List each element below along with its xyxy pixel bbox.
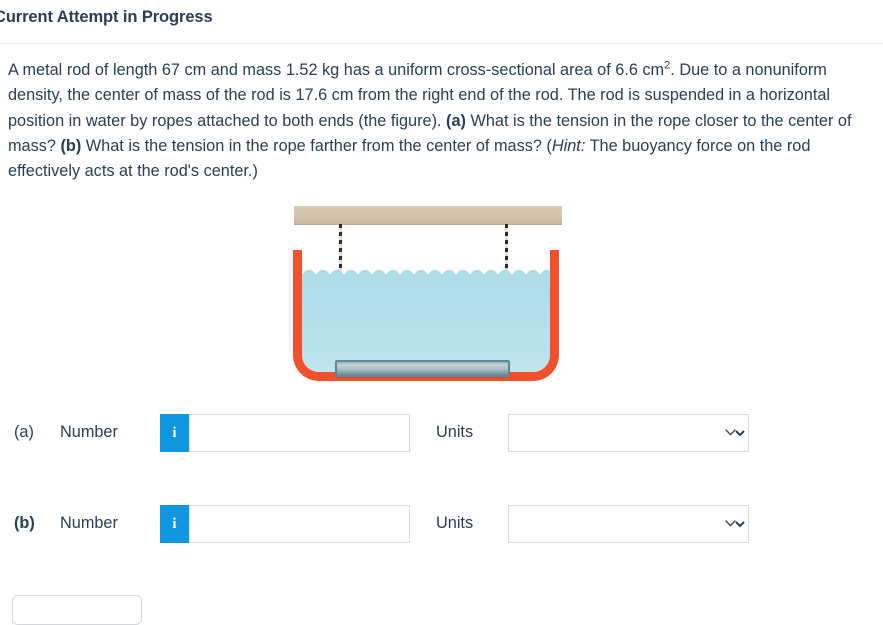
metal-rod-icon — [335, 360, 510, 377]
info-icon-a[interactable]: i — [160, 414, 189, 452]
attempt-header: Current Attempt in Progress — [0, 0, 883, 43]
units-label-a: Units — [436, 423, 474, 441]
hint-label: Hint: — [551, 136, 586, 155]
header-divider — [0, 43, 883, 44]
physics-diagram — [285, 200, 575, 388]
units-select-a[interactable] — [508, 414, 749, 452]
page-title: Current Attempt in Progress — [0, 8, 213, 26]
part-label-b: (b) — [14, 514, 35, 532]
part-label-a: (a) — [14, 423, 34, 441]
question-text-segment-1: A metal rod of length 67 cm and mass 1.5… — [8, 61, 665, 79]
number-input-a[interactable] — [189, 414, 410, 452]
question-label-a: (a) — [446, 111, 466, 130]
number-label-b: Number — [60, 514, 118, 532]
ceiling-beam-icon — [294, 206, 562, 225]
number-label-a: Number — [60, 423, 118, 441]
bottom-partial-button[interactable] — [12, 595, 142, 625]
question-label-b: (b) — [60, 136, 82, 155]
answer-row-a: (a) Number i Units — [0, 414, 883, 452]
answer-row-b: (b) Number i Units — [0, 505, 883, 543]
question-text-segment-4: What is the tension in the rope farther … — [81, 136, 552, 155]
question-text: A metal rod of length 67 cm and mass 1.5… — [8, 58, 874, 184]
units-label-b: Units — [436, 514, 474, 532]
water-container — [285, 250, 567, 383]
number-input-b[interactable] — [189, 505, 410, 543]
units-select-b[interactable] — [508, 505, 749, 543]
info-icon-b[interactable]: i — [160, 505, 189, 543]
